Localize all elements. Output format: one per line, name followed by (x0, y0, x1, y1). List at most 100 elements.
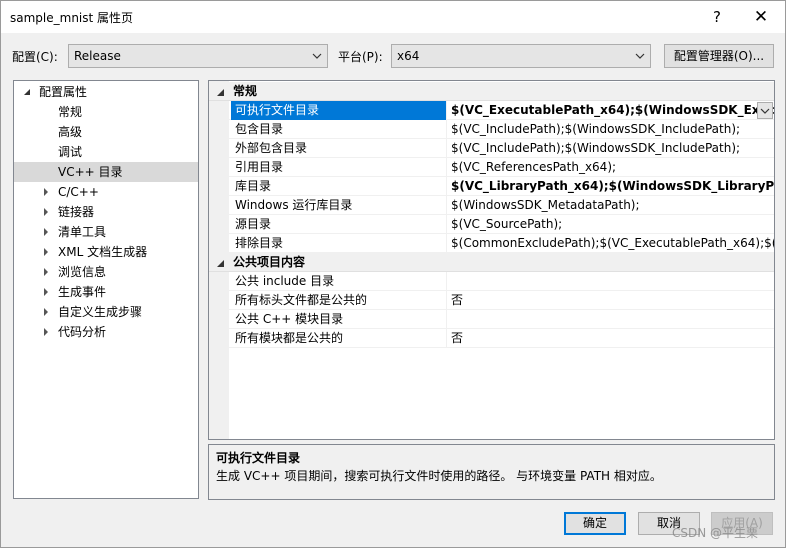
chevron-down-icon (760, 108, 770, 114)
tree-item-label: 清单工具 (58, 225, 107, 239)
property-value[interactable]: $(WindowsSDK_MetadataPath); (449, 196, 774, 215)
property-row[interactable]: 所有标头文件都是公共的 否 (209, 291, 774, 310)
description-title: 可执行文件目录 (216, 451, 301, 465)
collapsed-arrow-icon[interactable] (42, 288, 50, 296)
tree-item[interactable]: 代码分析 (14, 322, 198, 342)
column-divider (446, 120, 447, 139)
platform-combo-value: x64 (397, 49, 420, 63)
property-grid: 常规可执行文件目录 $(VC_ExecutablePath_x64);$(Wind… (208, 80, 775, 440)
property-value[interactable]: $(VC_IncludePath);$(WindowsSDK_IncludePa… (449, 139, 774, 158)
collapsed-arrow-icon[interactable] (42, 308, 50, 316)
tree-item[interactable]: 清单工具 (14, 222, 198, 242)
tree-item-label: 常规 (58, 105, 83, 119)
config-manager-button[interactable]: 配置管理器(O)... (664, 44, 774, 68)
tree-item[interactable]: VC++ 目录 (14, 162, 198, 182)
property-row[interactable]: 引用目录 $(VC_ReferencesPath_x64); (209, 158, 774, 177)
property-name: 源目录 (235, 217, 272, 231)
title-bar: sample_mnist 属性页 ? ✕ (1, 1, 785, 33)
property-row[interactable]: 排除目录 $(CommonExcludePath);$(VC_Executable… (209, 234, 774, 253)
property-row[interactable]: 外部包含目录 $(VC_IncludePath);$(WindowsSDK_Inc… (209, 139, 774, 158)
collapsed-arrow-icon[interactable] (42, 188, 50, 196)
tree-item-label: 代码分析 (58, 325, 107, 339)
property-name: 公共 include 目录 (235, 274, 335, 288)
tree-item[interactable]: 生成事件 (14, 282, 198, 302)
column-divider (446, 215, 447, 234)
property-value[interactable]: $(VC_SourcePath); (449, 215, 774, 234)
grid-section-header[interactable]: 常规 (209, 82, 774, 101)
tree-item-label: C/C++ (58, 185, 99, 199)
chevron-down-icon (635, 53, 645, 59)
expanded-arrow-icon (24, 89, 30, 95)
property-row[interactable]: 可执行文件目录 $(VC_ExecutablePath_x64);$(Window… (209, 101, 774, 120)
collapsed-arrow-icon[interactable] (42, 268, 50, 276)
window-title: sample_mnist 属性页 (10, 11, 134, 25)
property-row[interactable]: 包含目录 $(VC_IncludePath);$(WindowsSDK_Inclu… (209, 120, 774, 139)
tree-item-label: 自定义生成步骤 (58, 305, 143, 319)
grid-section-title: 常规 (233, 84, 258, 98)
property-value[interactable]: $(VC_ReferencesPath_x64); (449, 158, 774, 177)
property-value[interactable] (449, 272, 774, 291)
config-combo[interactable]: Release (68, 44, 328, 68)
tree-item[interactable]: 调试 (14, 142, 198, 162)
tree-item[interactable]: 链接器 (14, 202, 198, 222)
property-name: 公共 C++ 模块目录 (235, 312, 344, 326)
tree-item-label: 生成事件 (58, 285, 107, 299)
tree-item[interactable]: 浏览信息 (14, 262, 198, 282)
property-row[interactable]: Windows 运行库目录 $(WindowsSDK_MetadataPath); (209, 196, 774, 215)
property-value[interactable]: $(VC_LibraryPath_x64);$(WindowsSDK_Libra… (449, 177, 774, 196)
tree-item-label: 链接器 (58, 205, 95, 219)
property-name: Windows 运行库目录 (235, 198, 353, 212)
config-combo-value: Release (74, 49, 121, 63)
tree-item[interactable]: 常规 (14, 102, 198, 122)
tree-item-label: 高级 (58, 125, 83, 139)
tree-root[interactable]: 配置属性 (14, 82, 198, 102)
tree-item[interactable]: C/C++ (14, 182, 198, 202)
expanded-arrow-icon[interactable] (215, 258, 225, 268)
collapsed-arrow-icon[interactable] (42, 208, 50, 216)
grid-section-header[interactable]: 公共项目内容 (209, 253, 774, 272)
property-name: 引用目录 (235, 160, 284, 174)
property-value[interactable]: $(CommonExcludePath);$(VC_ExecutablePath… (449, 234, 774, 253)
property-value[interactable]: 否 (449, 291, 774, 310)
expanded-arrow-icon[interactable] (215, 87, 225, 97)
property-name: 所有模块都是公共的 (235, 331, 344, 345)
column-divider (446, 139, 447, 158)
property-value[interactable]: $(VC_ExecutablePath_x64);$(WindowsSDK_Ex… (449, 101, 774, 120)
close-icon[interactable]: ✕ (741, 1, 781, 33)
property-value[interactable]: $(VC_IncludePath);$(WindowsSDK_IncludePa… (449, 120, 774, 139)
platform-label: 平台(P): (338, 50, 383, 64)
tree-root-label: 配置属性 (39, 85, 88, 99)
column-divider (446, 234, 447, 253)
chevron-down-icon (312, 53, 322, 59)
tree-item[interactable]: XML 文档生成器 (14, 242, 198, 262)
description-text: 生成 VC++ 项目期间，搜索可执行文件时使用的路径。 与环境变量 PATH 相… (216, 469, 662, 483)
ok-button[interactable]: 确定 (564, 512, 626, 535)
property-row[interactable]: 公共 C++ 模块目录 (209, 310, 774, 329)
help-icon[interactable]: ? (697, 1, 737, 33)
property-value[interactable]: 否 (449, 329, 774, 348)
column-divider (446, 158, 447, 177)
tree-item-label: XML 文档生成器 (58, 245, 148, 259)
property-row[interactable]: 库目录 $(VC_LibraryPath_x64);$(WindowsSDK_Li… (209, 177, 774, 196)
property-row[interactable]: 源目录 $(VC_SourcePath); (209, 215, 774, 234)
column-divider (446, 101, 447, 120)
value-dropdown-button[interactable] (757, 102, 773, 119)
properties-dialog: sample_mnist 属性页 ? ✕ 配置(C): Release 平台(P… (0, 0, 786, 548)
column-divider (446, 272, 447, 291)
collapsed-arrow-icon[interactable] (42, 228, 50, 236)
column-divider (446, 291, 447, 310)
grid-section-title: 公共项目内容 (233, 255, 306, 269)
property-name: 包含目录 (235, 122, 284, 136)
platform-combo[interactable]: x64 (391, 44, 651, 68)
tree-item[interactable]: 高级 (14, 122, 198, 142)
property-value[interactable] (449, 310, 774, 329)
tree-item-label: 调试 (58, 145, 83, 159)
property-row[interactable]: 公共 include 目录 (209, 272, 774, 291)
tree-item[interactable]: 自定义生成步骤 (14, 302, 198, 322)
property-name: 所有标头文件都是公共的 (235, 293, 368, 307)
category-tree: 配置属性 常规高级调试 VC++ 目录 C/C++ 链接器清单工具 XML 文档生成器浏… (13, 80, 199, 499)
collapsed-arrow-icon[interactable] (42, 248, 50, 256)
property-row[interactable]: 所有模块都是公共的 否 (209, 329, 774, 348)
collapsed-arrow-icon[interactable] (42, 328, 50, 336)
tree-item-label: VC++ 目录 (58, 165, 123, 179)
